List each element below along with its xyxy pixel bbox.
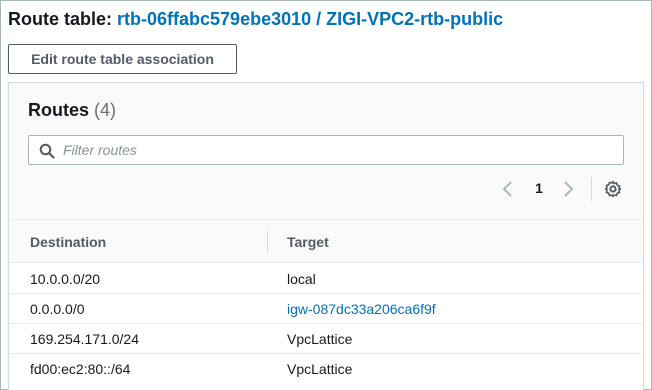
- routes-count: (4): [94, 100, 117, 120]
- routes-table-header: Destination Target: [9, 220, 643, 263]
- table-row: 10.0.0.0/20 local: [9, 264, 643, 294]
- target-cell: VpcLattice: [287, 361, 353, 377]
- table-row: 169.254.171.0/24 VpcLattice: [9, 324, 643, 354]
- routes-panel: Routes (4) 1 Destination Target: [8, 82, 644, 390]
- table-row: fd00:ec2:80::/64 VpcLattice: [9, 354, 643, 384]
- destination-cell: fd00:ec2:80::/64: [30, 361, 131, 377]
- destination-cell: 169.254.171.0/24: [30, 331, 139, 347]
- page-number[interactable]: 1: [533, 180, 545, 196]
- target-link[interactable]: igw-087dc33a206ca6f9f: [287, 301, 436, 317]
- search-icon: [39, 143, 55, 159]
- filter-routes-input[interactable]: [63, 140, 613, 160]
- route-table-link[interactable]: rtb-06ffabc579ebe3010 / ZIGI-VPC2-rtb-pu…: [117, 9, 503, 29]
- chevron-right-icon[interactable]: [561, 179, 575, 199]
- routes-heading: Routes (4): [28, 100, 116, 121]
- column-header-destination[interactable]: Destination: [30, 234, 106, 250]
- routes-panel-header: Routes (4) 1: [9, 83, 643, 220]
- destination-cell: 0.0.0.0/0: [30, 301, 85, 317]
- destination-cell: 10.0.0.0/20: [30, 271, 101, 287]
- target-cell: VpcLattice: [287, 331, 353, 347]
- gear-icon[interactable]: [604, 180, 622, 198]
- filter-routes-field[interactable]: [28, 135, 624, 165]
- target-cell: local: [287, 271, 316, 287]
- edit-route-table-association-button[interactable]: Edit route table association: [8, 44, 237, 74]
- page-title: Route table: rtb-06ffabc579ebe3010 / ZIG…: [8, 8, 503, 30]
- routes-title: Routes: [28, 100, 90, 120]
- pagination-divider: [591, 177, 592, 201]
- column-divider[interactable]: [267, 231, 268, 253]
- title-prefix: Route table:: [8, 9, 118, 29]
- column-header-target[interactable]: Target: [287, 234, 329, 250]
- chevron-left-icon[interactable]: [501, 179, 515, 199]
- table-row: 0.0.0.0/0 igw-087dc33a206ca6f9f: [9, 294, 643, 324]
